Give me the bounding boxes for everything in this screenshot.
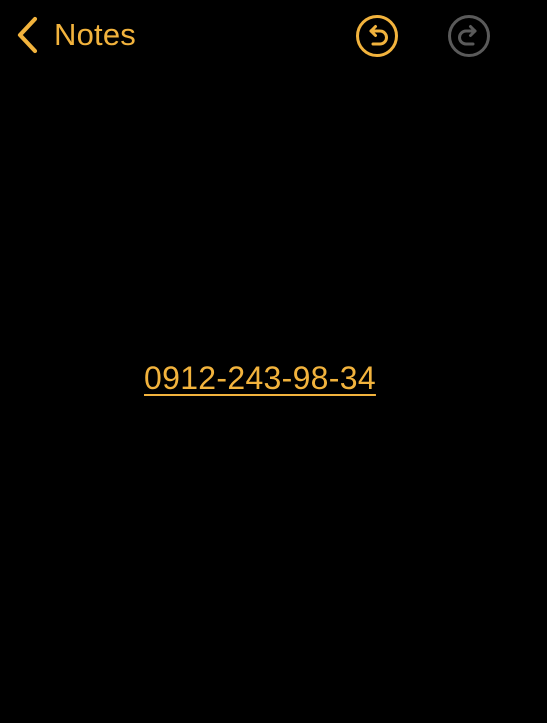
redo-icon bbox=[447, 14, 491, 58]
undo-button[interactable] bbox=[355, 14, 399, 58]
note-body[interactable]: 0912-243-98-34 bbox=[0, 72, 547, 723]
redo-button[interactable] bbox=[447, 14, 491, 58]
navigation-bar: Notes bbox=[0, 0, 547, 72]
undo-icon bbox=[355, 14, 399, 58]
back-label: Notes bbox=[54, 17, 136, 52]
back-button[interactable]: Notes bbox=[14, 12, 136, 58]
chevron-left-icon bbox=[14, 15, 40, 55]
phone-number-link[interactable]: 0912-243-98-34 bbox=[144, 358, 376, 398]
